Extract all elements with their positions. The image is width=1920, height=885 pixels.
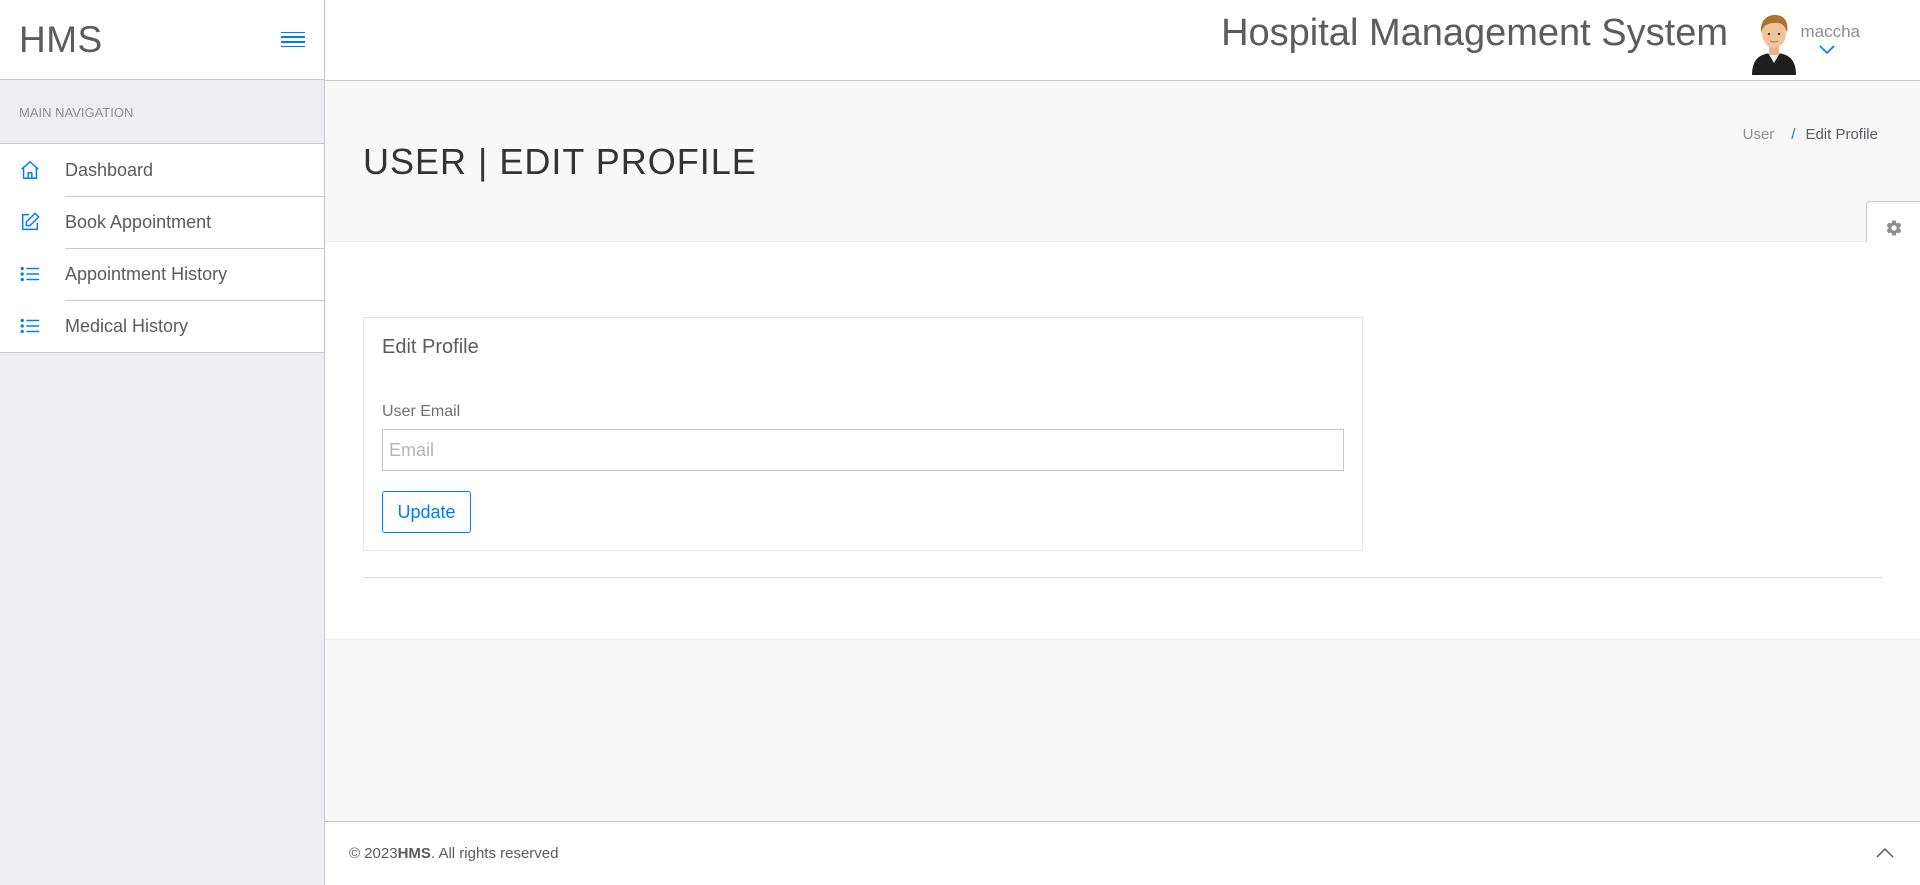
edit-icon <box>0 211 65 233</box>
sidebar-item-appointment-history[interactable]: Appointment History <box>0 248 324 300</box>
sidebar-item-medical-history[interactable]: Medical History <box>0 300 324 352</box>
footer: © 2023 HMS. All rights reserved <box>325 821 1920 885</box>
email-label: User Email <box>382 403 461 420</box>
hamburger-menu-icon[interactable] <box>281 30 305 50</box>
edit-profile-panel: Edit Profile User Email Update <box>363 317 1363 551</box>
breadcrumb-separator: / <box>1791 126 1796 143</box>
update-button[interactable]: Update <box>382 491 471 533</box>
breadcrumb: User / Edit Profile <box>1743 126 1878 143</box>
nav-section-title: MAIN NAVIGATION <box>0 80 324 144</box>
content-area: Edit Profile User Email Update <box>325 242 1920 640</box>
copyright-brand: HMS <box>397 845 431 862</box>
page-header: USER | EDIT PROFILE User / Edit Profile <box>325 81 1920 242</box>
list-icon <box>0 315 65 337</box>
sidebar-item-book-appointment[interactable]: Book Appointment <box>0 196 324 248</box>
chevron-down-icon[interactable] <box>1818 44 1836 56</box>
divider <box>363 577 1882 578</box>
chevron-up-icon[interactable] <box>1874 842 1896 864</box>
user-avatar[interactable] <box>1748 13 1800 75</box>
email-field[interactable] <box>382 429 1344 471</box>
top-navbar: Hospital Management System maccha <box>325 0 1920 81</box>
brand-bar: HMS <box>0 0 324 80</box>
gear-icon <box>1886 220 1901 236</box>
breadcrumb-current: Edit Profile <box>1805 126 1878 143</box>
sidebar-item-label: Dashboard <box>65 159 154 180</box>
copyright-prefix: © 2023 <box>349 845 398 862</box>
sidebar-item-label: Book Appointment <box>65 211 212 232</box>
sidebar: HMS MAIN NAVIGATION Dashboard Book Appoi… <box>0 0 325 885</box>
breadcrumb-parent[interactable]: User <box>1743 126 1775 143</box>
list-icon <box>0 263 65 285</box>
sidebar-item-label: Appointment History <box>65 263 228 284</box>
main-content: USER | EDIT PROFILE User / Edit Profile … <box>325 81 1920 821</box>
username[interactable]: maccha <box>1800 22 1860 42</box>
panel-title: Edit Profile <box>382 336 479 358</box>
system-title: Hospital Management System <box>1221 12 1728 54</box>
copyright-suffix: . All rights reserved <box>430 845 559 862</box>
main-navigation: Dashboard Book Appointment Appointment H… <box>0 144 324 353</box>
sidebar-item-label: Medical History <box>65 315 189 336</box>
page-title: USER | EDIT PROFILE <box>363 141 757 182</box>
sidebar-item-dashboard[interactable]: Dashboard <box>0 144 324 196</box>
home-icon <box>0 159 65 181</box>
brand-name[interactable]: HMS <box>19 19 103 61</box>
